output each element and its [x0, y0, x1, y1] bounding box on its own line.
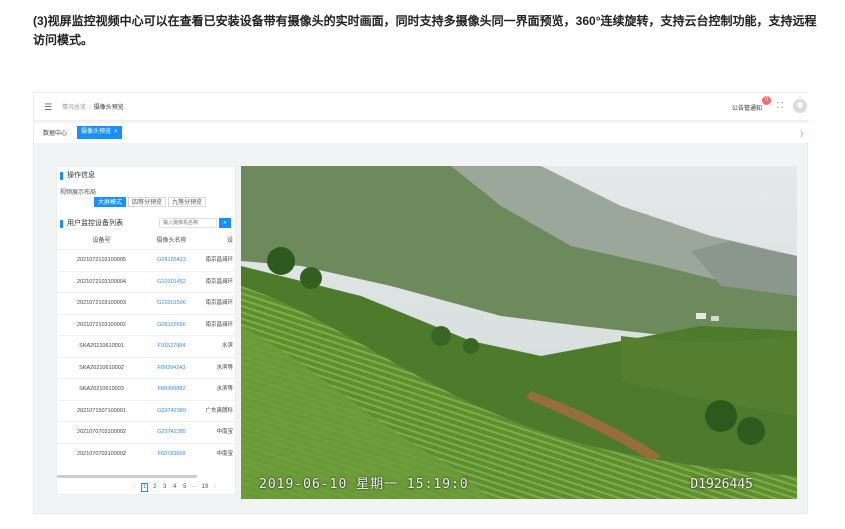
- hamburger-icon[interactable]: ☰: [44, 102, 52, 113]
- device-id-cell: 2021071507100001: [77, 407, 126, 414]
- table-row[interactable]: 2021070703100002 F60783668 中南宝: [57, 442, 237, 465]
- table-row[interactable]: 2021072103100003 G10301506 南京昌澜环: [57, 292, 237, 314]
- layout-nine-button[interactable]: 九等分预览: [168, 197, 207, 207]
- breadcrumb-home[interactable]: 情况总览: [62, 105, 86, 111]
- layout-label: 视频展示布局: [60, 190, 97, 196]
- table-row[interactable]: 2021072103100005 G08165423 南京昌澜环: [57, 249, 237, 271]
- layout-big-screen-button[interactable]: 大屏模式: [94, 197, 127, 207]
- device-owner-cell: 水滨等: [216, 364, 233, 371]
- app-window: ☰ 情况总览 / 摄像头预览 公告管通知 0 ⛶ 数据中心 摄像头预览 × 〉 操作信…: [33, 92, 809, 514]
- video-camera-id: D1926445: [690, 477, 753, 492]
- table-row[interactable]: SKA20210610003 F89309882 水滨等: [57, 378, 237, 400]
- page-button[interactable]: 1: [141, 483, 149, 492]
- notice-badge: 0: [762, 96, 771, 105]
- device-owner-cell: 广东爽朗科: [205, 407, 233, 414]
- breadcrumb: 情况总览 / 摄像头预览: [62, 102, 124, 111]
- tab-camera-preview[interactable]: 摄像头预览 ×: [77, 126, 122, 139]
- device-owner-cell: 南京昌澜环: [205, 278, 233, 285]
- page-button[interactable]: 19: [201, 483, 209, 492]
- camera-name-link[interactable]: G08165556: [146, 315, 197, 336]
- intro-text: (3)视屏监控视频中心可以在查看已安装设备带有摄像头的实时画面，同时支持多摄像头…: [33, 14, 817, 47]
- camera-name-link[interactable]: G08165423: [146, 250, 197, 271]
- camera-name-link[interactable]: G10301506: [146, 293, 197, 314]
- col-device-more: 设: [226, 238, 233, 244]
- next-page-button[interactable]: ›: [211, 483, 218, 492]
- camera-search-input[interactable]: [159, 218, 217, 228]
- table-row[interactable]: SKA20210610001 F91527984 水滨: [57, 335, 237, 357]
- device-id-cell: 2021070703100002: [77, 450, 126, 457]
- device-owner-cell: 中南宝: [216, 450, 233, 457]
- device-owner-cell: 水滨等: [216, 386, 233, 392]
- camera-name-link[interactable]: F91527984: [146, 336, 197, 357]
- page-button[interactable]: 2: [151, 483, 158, 492]
- layout-switcher: 大屏模式 四等分预览 九等分预览: [94, 197, 207, 207]
- camera-name-link[interactable]: F89309882: [146, 379, 197, 400]
- device-id-cell: 2021072103100002: [77, 321, 126, 328]
- device-table: 设备号 摄像头名称 设 2021072103100005 G08165423 南京昌…: [57, 234, 237, 464]
- camera-name-link[interactable]: G29742389: [146, 401, 197, 422]
- user-avatar-icon[interactable]: [793, 99, 807, 113]
- video-timestamp: 2019-06-10 星期一 15:19:0: [259, 477, 469, 492]
- device-id-cell: SKA20210610001: [79, 343, 124, 349]
- devices-section-title: 用户监控设备列表: [60, 220, 123, 228]
- page-button[interactable]: 4: [171, 483, 178, 492]
- ops-section-title: 操作信息: [60, 172, 95, 180]
- table-header: 设备号 摄像头名称 设: [57, 234, 237, 249]
- device-owner-cell: 南京昌澜环: [205, 257, 233, 263]
- device-id-cell: SKA20210610003: [79, 386, 124, 392]
- table-row[interactable]: 2021070703100002 G29742385 中南宝: [57, 421, 237, 443]
- layout-quad-button[interactable]: 四等分预览: [128, 197, 167, 207]
- fullscreen-icon[interactable]: ⛶: [777, 101, 783, 111]
- device-owner-cell: 南京昌澜环: [205, 300, 233, 306]
- col-device-id: 设备号: [92, 238, 111, 244]
- table-row[interactable]: 2021071507100001 G29742389 广东爽朗科: [57, 399, 237, 422]
- device-owner-cell: 中南宝: [216, 429, 233, 435]
- device-id-cell: 2021070703100002: [77, 429, 126, 435]
- camera-name-link[interactable]: G29742385: [146, 422, 197, 443]
- col-camera-name: 摄像头名称: [156, 238, 187, 244]
- tab-camera-preview-label: 摄像头预览: [81, 129, 112, 135]
- camera-name-link[interactable]: F60783668: [146, 444, 197, 465]
- page-button[interactable]: 3: [161, 483, 168, 492]
- device-owner-cell: 南京昌澜环: [205, 321, 233, 328]
- mountain-tea-scene-image: [241, 166, 797, 499]
- breadcrumb-current: 摄像头预览: [93, 105, 124, 111]
- page-button[interactable]: 5: [181, 483, 188, 492]
- tab-bar: 数据中心 摄像头预览 × 〉: [34, 123, 809, 143]
- device-id-cell: 2021072103100004: [77, 278, 126, 285]
- chevron-right-icon[interactable]: 〉: [800, 129, 807, 139]
- breadcrumb-separator: /: [89, 105, 91, 111]
- tab-data-center[interactable]: 数据中心: [43, 128, 67, 137]
- camera-video-feed[interactable]: 2019-06-10 星期一 15:19:0 D1926445: [241, 166, 797, 499]
- pagination: ‹ 1 2 3 4 5 ··· 19 ›: [131, 483, 218, 492]
- device-id-cell: 2021072103100005: [77, 257, 126, 263]
- notice-link[interactable]: 公告管通知: [732, 103, 762, 112]
- device-id-cell: 2021072103100003: [77, 300, 126, 306]
- prev-page-button[interactable]: ‹: [131, 483, 138, 492]
- page-ellipsis[interactable]: ···: [191, 483, 198, 492]
- device-owner-cell: 水滨: [221, 343, 233, 349]
- table-row[interactable]: SKA20210610002 F89304243 水滨等: [57, 356, 237, 379]
- search-icon[interactable]: ⌕: [219, 218, 231, 228]
- device-id-cell: SKA20210610002: [79, 364, 124, 371]
- table-horizontal-scrollbar[interactable]: [57, 475, 197, 478]
- top-bar: ☰ 情况总览 / 摄像头预览 公告管通知 0 ⛶: [34, 93, 809, 121]
- table-row[interactable]: 2021072103100002 G08165556 南京昌澜环: [57, 313, 237, 336]
- device-panel: 操作信息 视频展示布局 大屏模式 四等分预览 九等分预览 用户监控设备列表 ⌕ …: [56, 166, 237, 495]
- camera-name-link[interactable]: F89304243: [146, 358, 197, 379]
- camera-name-link[interactable]: G10301452: [146, 272, 197, 293]
- tab-close-icon[interactable]: ×: [114, 129, 118, 135]
- table-row[interactable]: 2021072103100004 G10301452 南京昌澜环: [57, 270, 237, 293]
